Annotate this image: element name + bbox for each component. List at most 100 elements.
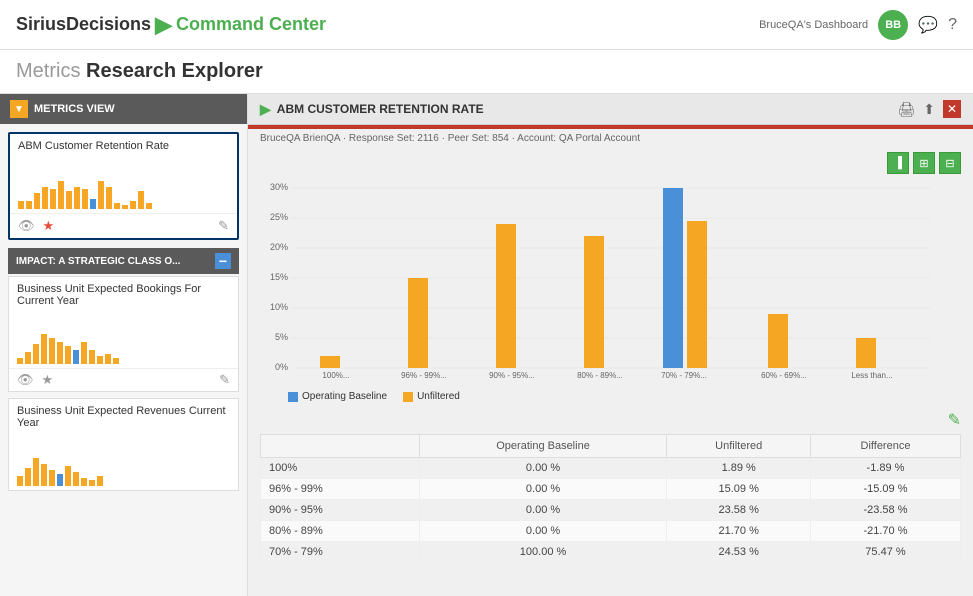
table-cell-label: 90% - 95% bbox=[261, 500, 420, 521]
svg-text:70% - 79%...: 70% - 79%... bbox=[661, 371, 707, 380]
print-button[interactable]: 🖨 bbox=[897, 100, 915, 118]
impact-header: IMPACT: A STRATEGIC CLASS O... − bbox=[8, 248, 239, 274]
metrics-view-icon: ▼ bbox=[10, 100, 28, 118]
logo-sirius: SiriusDecisions bbox=[16, 14, 151, 35]
table-cell-difference: -21.70 % bbox=[810, 521, 960, 542]
metric-mini-chart bbox=[10, 158, 237, 213]
impact-card-2-title: Business Unit Expected Revenues Current … bbox=[9, 399, 238, 435]
sidebar-header: ▼ METRICS VIEW bbox=[0, 94, 247, 124]
table-cell-unfiltered: 15.09 % bbox=[667, 479, 811, 500]
table-cell-baseline: 100.00 % bbox=[419, 542, 667, 563]
table-cell-baseline: 0.00 % bbox=[419, 521, 667, 542]
chart-info: BruceQA BrienQA · Response Set: 2116 · P… bbox=[248, 129, 973, 148]
bar-chart-type-button[interactable]: ▐ bbox=[887, 152, 909, 174]
chart-container: ▐ ⊞ ⊟ 30% 25% 20% 15% 10% 5% 0% bbox=[248, 148, 973, 387]
other-chart-type-button[interactable]: ⊟ bbox=[939, 152, 961, 174]
table-cell-unfiltered: 24.53 % bbox=[667, 542, 811, 563]
table-cell-unfiltered: 21.70 % bbox=[667, 521, 811, 542]
star-icon-2[interactable]: ★ bbox=[42, 372, 54, 388]
table-cell-difference: 75.47 % bbox=[810, 542, 960, 563]
metric-card-title: ABM Customer Retention Rate bbox=[10, 134, 237, 158]
table-cell-label: 80% - 89% bbox=[261, 521, 420, 542]
col-header-baseline: Operating Baseline bbox=[419, 435, 667, 458]
avatar-button[interactable]: BB bbox=[878, 10, 908, 40]
page-title: Metrics Research Explorer bbox=[16, 60, 957, 83]
legend-baseline-label: Operating Baseline bbox=[302, 391, 387, 402]
impact-card-1-title: Business Unit Expected Bookings For Curr… bbox=[9, 277, 238, 313]
page-title-light: Metrics bbox=[16, 60, 86, 82]
share-button[interactable]: ⬆ bbox=[923, 100, 935, 118]
table-cell-difference: -23.58 % bbox=[810, 500, 960, 521]
svg-text:30%: 30% bbox=[270, 182, 288, 192]
metric-card-footer: 👁 ★ ✎ bbox=[10, 213, 237, 238]
impact-card-2[interactable]: Business Unit Expected Revenues Current … bbox=[8, 398, 239, 491]
right-panel: ▶ ABM CUSTOMER RETENTION RATE 🖨 ⬆ ✕ Bruc… bbox=[248, 94, 973, 596]
svg-text:100%...: 100%... bbox=[322, 371, 349, 380]
svg-text:Less than...: Less than... bbox=[851, 371, 892, 380]
table-header-row: Operating Baseline Unfiltered Difference bbox=[261, 435, 961, 458]
table-row: 96% - 99% 0.00 % 15.09 % -15.09 % bbox=[261, 479, 961, 500]
svg-text:96% - 99%...: 96% - 99%... bbox=[401, 371, 447, 380]
table-row: 100% 0.00 % 1.89 % -1.89 % bbox=[261, 458, 961, 479]
legend-baseline-color bbox=[288, 392, 298, 402]
impact-mini-chart-1 bbox=[9, 313, 238, 368]
header-right: BruceQA's Dashboard BB 💬 ? bbox=[759, 10, 957, 40]
impact-section: IMPACT: A STRATEGIC CLASS O... − Busines… bbox=[8, 248, 239, 491]
col-header-unfiltered: Unfiltered bbox=[667, 435, 811, 458]
chart-type-icons: ▐ ⊞ ⊟ bbox=[887, 152, 961, 174]
metric-card-abm[interactable]: ABM Customer Retention Rate bbox=[8, 132, 239, 240]
impact-header-label: IMPACT: A STRATEGIC CLASS O... bbox=[16, 256, 180, 267]
help-icon-button[interactable]: ? bbox=[948, 16, 957, 34]
col-header-difference: Difference bbox=[810, 435, 960, 458]
panel-arrow-icon: ▶ bbox=[260, 101, 271, 118]
main-chart-svg: 30% 25% 20% 15% 10% 5% 0% bbox=[260, 180, 940, 380]
page-title-bold: Research Explorer bbox=[86, 60, 263, 82]
table-cell-unfiltered: 1.89 % bbox=[667, 458, 811, 479]
eye-icon[interactable]: 👁 bbox=[18, 218, 35, 234]
logo-arrow-icon: ▶ bbox=[155, 12, 172, 38]
svg-text:15%: 15% bbox=[270, 272, 288, 282]
edit-icon[interactable]: ✎ bbox=[218, 218, 229, 234]
chart-legend: Operating Baseline Unfiltered bbox=[248, 387, 973, 406]
table-row: 80% - 89% 0.00 % 21.70 % -21.70 % bbox=[261, 521, 961, 542]
table-cell-label: 100% bbox=[261, 458, 420, 479]
legend-unfiltered-label: Unfiltered bbox=[417, 391, 460, 402]
main-layout: ▼ METRICS VIEW ABM Customer Retention Ra… bbox=[0, 94, 973, 596]
close-button[interactable]: ✕ bbox=[943, 100, 961, 118]
page-title-bar: Metrics Research Explorer bbox=[0, 50, 973, 94]
impact-card-1[interactable]: Business Unit Expected Bookings For Curr… bbox=[8, 276, 239, 392]
table-cell-label: 96% - 99% bbox=[261, 479, 420, 500]
panel-actions: 🖨 ⬆ ✕ bbox=[897, 100, 961, 118]
table-cell-difference: -15.09 % bbox=[810, 479, 960, 500]
svg-text:0%: 0% bbox=[275, 362, 288, 372]
sidebar: ▼ METRICS VIEW ABM Customer Retention Ra… bbox=[0, 94, 248, 596]
panel-title: ABM CUSTOMER RETENTION RATE bbox=[277, 102, 484, 116]
footer-icons: 👁 ★ bbox=[18, 218, 54, 234]
data-table: Operating Baseline Unfiltered Difference… bbox=[260, 434, 961, 563]
panel-title-area: ▶ ABM CUSTOMER RETENTION RATE bbox=[260, 101, 484, 118]
impact-mini-chart-2 bbox=[9, 435, 238, 490]
table-cell-label: 70% - 79% bbox=[261, 542, 420, 563]
logo-command: Command Center bbox=[176, 14, 326, 35]
eye-icon-2[interactable]: 👁 bbox=[17, 372, 34, 388]
app-header: SiriusDecisions ▶ Command Center BruceQA… bbox=[0, 0, 973, 50]
chat-icon-button[interactable]: 💬 bbox=[918, 15, 938, 35]
data-table-section: ✎ Operating Baseline Unfiltered Differen… bbox=[248, 406, 973, 596]
dashboard-label: BruceQA's Dashboard bbox=[759, 19, 868, 31]
table-cell-baseline: 0.00 % bbox=[419, 500, 667, 521]
star-icon[interactable]: ★ bbox=[43, 218, 55, 234]
table-cell-difference: -1.89 % bbox=[810, 458, 960, 479]
chart-svg-wrap: 30% 25% 20% 15% 10% 5% 0% bbox=[260, 180, 961, 383]
table-chart-type-button[interactable]: ⊞ bbox=[913, 152, 935, 174]
svg-text:60% - 69%...: 60% - 69%... bbox=[761, 371, 807, 380]
svg-text:90% - 95%...: 90% - 95%... bbox=[489, 371, 535, 380]
table-cell-baseline: 0.00 % bbox=[419, 458, 667, 479]
edit-pencil-icon[interactable]: ✎ bbox=[948, 412, 961, 429]
table-cell-baseline: 0.00 % bbox=[419, 479, 667, 500]
svg-text:80% - 89%...: 80% - 89%... bbox=[577, 371, 623, 380]
impact-card-1-footer: 👁 ★ ✎ bbox=[9, 368, 238, 391]
legend-baseline: Operating Baseline bbox=[288, 391, 387, 402]
svg-text:10%: 10% bbox=[270, 302, 288, 312]
edit-icon-2[interactable]: ✎ bbox=[219, 372, 230, 388]
impact-collapse-button[interactable]: − bbox=[215, 253, 231, 269]
